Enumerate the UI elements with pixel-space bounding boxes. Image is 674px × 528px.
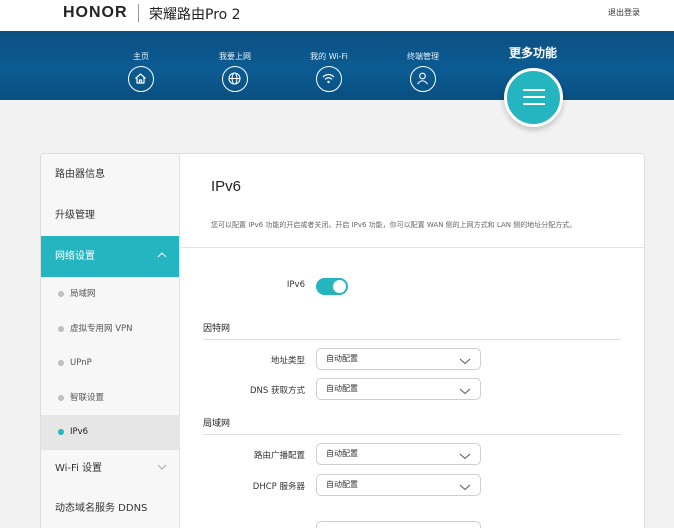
user-icon [410, 66, 436, 92]
sidebar-item-upgrade[interactable]: 升级管理 [41, 195, 179, 236]
dns-method-label: DNS 获取方式 [249, 386, 305, 396]
sidebar-subitem-lan[interactable]: 局域网 [41, 277, 179, 312]
sidebar-item-label: 网络设置 [55, 251, 95, 262]
settings-panel: 路由器信息 升级管理 网络设置 局域网 虚拟专用网 VPN UPnP 智联设置 … [40, 153, 645, 528]
globe-icon [222, 66, 248, 92]
top-bar: HONOR 荣耀路由Pro 2 退出登录 [0, 0, 674, 31]
section-divider [203, 434, 621, 435]
address-type-label: 地址类型 [270, 356, 305, 366]
sidebar-subitem-ipv6[interactable]: IPv6 [41, 415, 179, 450]
sidebar-subitem-label: IPv6 [70, 427, 89, 437]
section-title-lan: 局域网 [203, 419, 231, 429]
sidebar-item-network-settings[interactable]: 网络设置 [41, 236, 179, 277]
bullet-dot [58, 325, 64, 332]
select-value: 自动配置 [326, 480, 358, 489]
nav-item-wifi[interactable]: 我的 Wi-Fi [299, 31, 359, 92]
select-value: 自动配置 [326, 384, 358, 393]
sidebar-subitem-label: UPnP [70, 358, 92, 368]
section-divider [203, 339, 621, 340]
router-adv-select[interactable]: 自动配置 [316, 443, 481, 465]
nav-label: 终端管理 [407, 52, 439, 61]
nav-item-home[interactable]: 主页 [111, 31, 171, 92]
chevron-up-icon [157, 236, 167, 277]
chevron-down-icon [459, 480, 471, 500]
sidebar-item-wifi-settings[interactable]: Wi-Fi 设置 [41, 450, 179, 488]
sidebar-item-router-info[interactable]: 路由器信息 [41, 154, 179, 195]
bullet-dot [58, 360, 64, 366]
more-functions-button[interactable] [504, 68, 563, 127]
page-description: 您可以配置 IPv6 功能的开启或者关闭。开启 IPv6 功能，你可以配置 WA… [211, 221, 577, 229]
nav-item-internet[interactable]: 我要上网 [205, 31, 265, 92]
sidebar-subitem-upnp[interactable]: UPnP [41, 346, 179, 381]
dhcp-server-label: DHCP 服务器 [252, 482, 305, 492]
sidebar: 路由器信息 升级管理 网络设置 局域网 虚拟专用网 VPN UPnP 智联设置 … [41, 154, 180, 528]
bullet-dot [58, 291, 64, 297]
nav-label: 我的 Wi-Fi [310, 52, 348, 61]
chevron-down-icon [459, 354, 471, 374]
address-type-select[interactable]: 自动配置 [316, 348, 481, 370]
sidebar-subitem-vpn[interactable]: 虚拟专用网 VPN [41, 312, 179, 347]
sidebar-subitem-label: 虚拟专用网 VPN [70, 323, 133, 334]
wifi-icon [316, 66, 342, 92]
ipv6-toggle[interactable] [316, 278, 348, 295]
chevron-down-icon [157, 450, 167, 488]
bullet-dot [58, 429, 64, 435]
sidebar-item-label: Wi-Fi 设置 [55, 462, 103, 474]
router-adv-label: 路由广播配置 [253, 451, 305, 461]
sidebar-item-ddns[interactable]: 动态域名服务 DDNS [41, 488, 179, 528]
main-nav: 主页 我要上网 我的 Wi-Fi 终端管理 更多功能 [0, 31, 674, 100]
select-value: 自动配置 [326, 354, 358, 363]
chevron-down-icon [459, 384, 471, 404]
sidebar-subitem-label: 局域网 [70, 289, 96, 299]
dhcp-server-select[interactable]: 自动配置 [316, 474, 481, 496]
nav-item-devices[interactable]: 终端管理 [393, 31, 453, 92]
ipv6-toggle-label: IPv6 [286, 280, 305, 290]
bullet-dot [58, 394, 64, 401]
nav-more-label: 更多功能 [509, 46, 558, 60]
brand-divider [138, 4, 139, 22]
chevron-down-icon [459, 449, 471, 469]
home-icon [128, 66, 154, 92]
page-title: IPv6 [211, 178, 242, 195]
next-field-select[interactable] [316, 521, 481, 528]
sidebar-subitem-smart-link[interactable]: 智联设置 [41, 381, 179, 416]
divider [181, 247, 644, 248]
logout-link[interactable]: 退出登录 [608, 7, 640, 18]
router-model-title: 荣耀路由Pro 2 [149, 7, 241, 23]
nav-label: 我要上网 [219, 52, 251, 61]
brand-logo: HONOR [63, 4, 128, 21]
dns-method-select[interactable]: 自动配置 [316, 378, 481, 400]
select-value: 自动配置 [326, 449, 358, 458]
menu-icon [523, 89, 545, 105]
toggle-knob [333, 280, 346, 293]
content-area: IPv6 您可以配置 IPv6 功能的开启或者关闭。开启 IPv6 功能，你可以… [181, 154, 644, 528]
sidebar-subitem-label: 智联设置 [70, 392, 105, 403]
section-title-internet: 因特网 [203, 324, 231, 334]
nav-label: 主页 [133, 52, 149, 61]
